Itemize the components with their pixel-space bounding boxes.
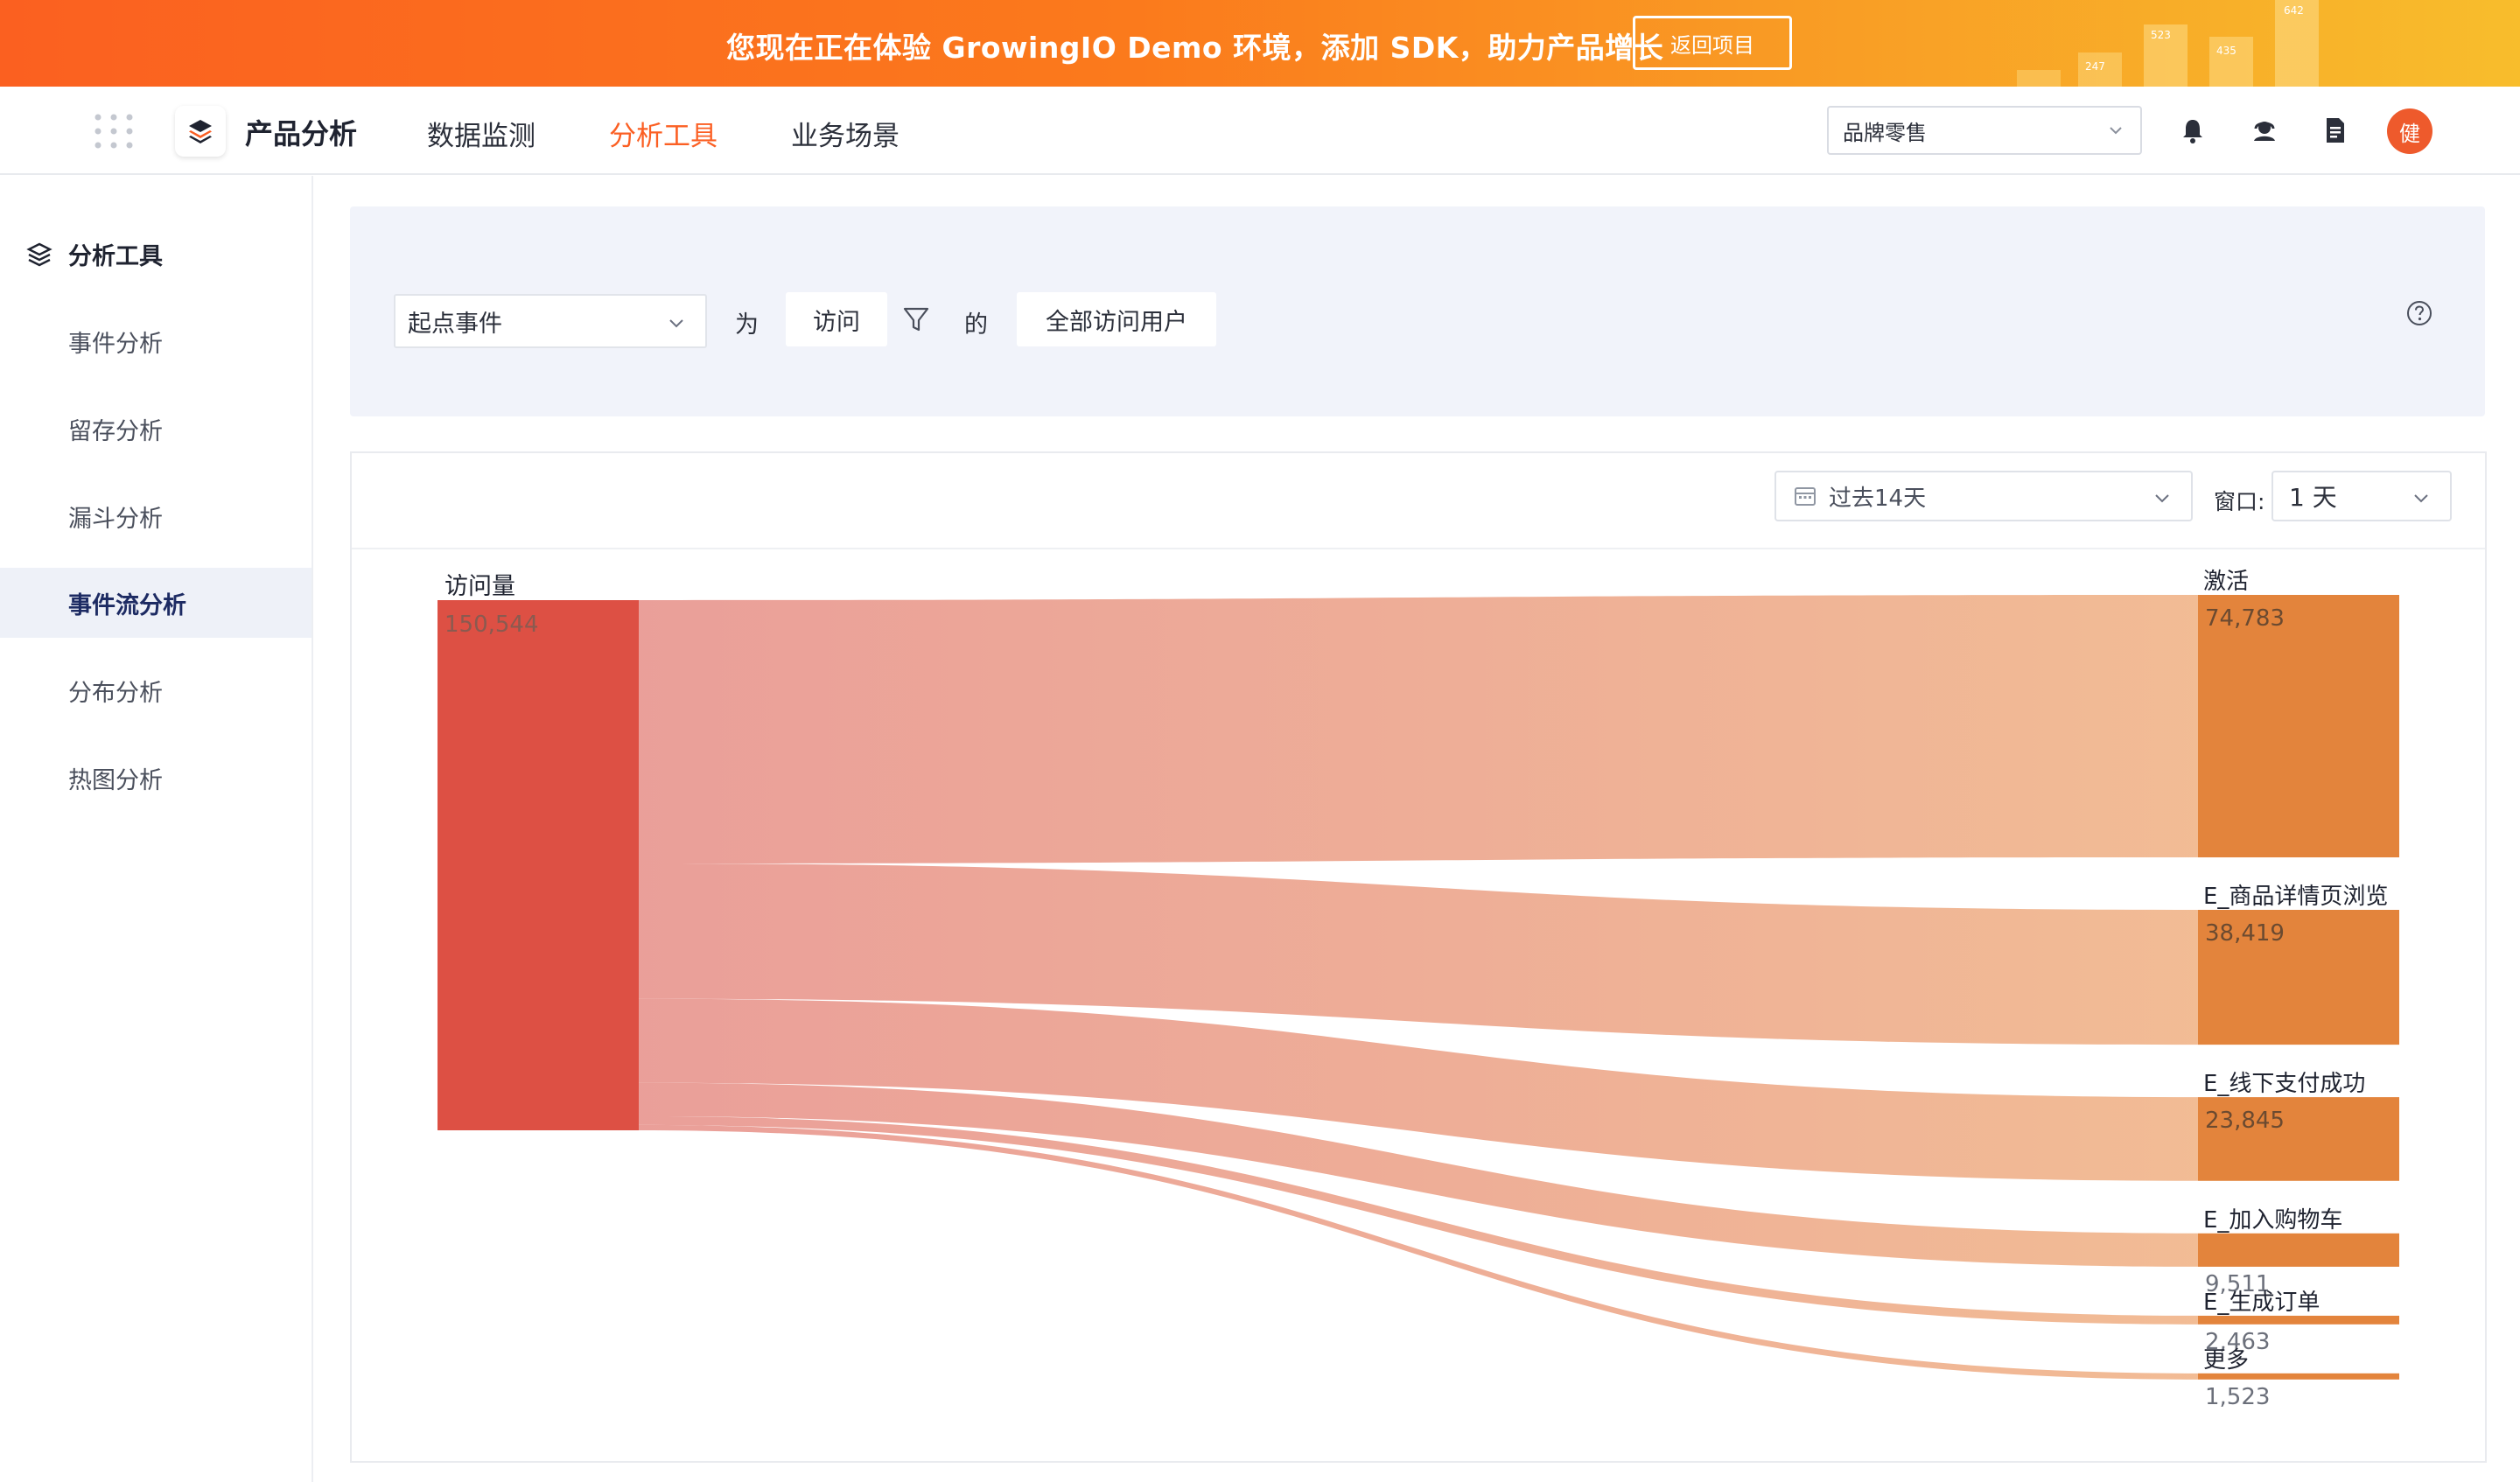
chevron-down-icon <box>669 319 683 328</box>
product-title: 产品分析 <box>245 117 358 150</box>
deco-number: 642 <box>2284 4 2304 17</box>
product-logo[interactable] <box>175 106 226 157</box>
sidebar-item-distribution-analysis[interactable]: 分布分析 <box>0 655 312 725</box>
sankey-target-value: 38,419 <box>2205 920 2285 947</box>
sidebar-item-event-flow-analysis[interactable]: 事件流分析 <box>0 568 312 638</box>
bell-icon[interactable] <box>2177 115 2208 146</box>
avatar[interactable]: 健 <box>2387 108 2432 154</box>
sidebar-item-retention-analysis[interactable]: 留存分析 <box>0 394 312 464</box>
project-select[interactable]: 品牌零售 <box>1827 106 2142 155</box>
document-icon[interactable] <box>2319 115 2350 146</box>
sankey-target-label: 更多 <box>2203 1347 2249 1374</box>
project-select-value: 品牌零售 <box>1843 120 1927 145</box>
bar-chart-decoration: 247 523 435 642 <box>2017 0 2319 87</box>
sankey-target-value: 74,783 <box>2205 605 2285 632</box>
sankey-target-label: E_线下支付成功 <box>2203 1071 2365 1097</box>
deco-number: 435 <box>2216 45 2236 57</box>
sidebar-item-heatmap-analysis[interactable]: 热图分析 <box>0 743 312 813</box>
sidebar-item-event-analysis[interactable]: 事件分析 <box>0 306 312 376</box>
sankey-target-value: 23,845 <box>2205 1108 2285 1134</box>
start-event-select-value: 起点事件 <box>408 310 502 338</box>
nav-business-scenarios[interactable]: 业务场景 <box>791 114 900 153</box>
sankey-target-node[interactable] <box>2198 595 2399 857</box>
banner-message: 您现在正在体验 GrowingIO Demo 环境，添加 SDK，助力产品增长 <box>726 31 1664 65</box>
sankey-source-node[interactable] <box>438 600 639 1130</box>
sidebar-heading-label: 分析工具 <box>68 243 163 270</box>
start-event-select[interactable]: 起点事件 <box>394 294 707 348</box>
promo-banner: 247 523 435 642 您现在正在体验 GrowingIO Demo 环… <box>0 0 2520 87</box>
query-word-of: 的 <box>964 311 988 339</box>
layers-icon <box>26 242 52 266</box>
sankey-target-label: E_商品详情页浏览 <box>2203 884 2388 910</box>
return-to-project-button[interactable]: 返回项目 <box>1633 16 1792 70</box>
chevron-down-icon <box>2110 127 2122 135</box>
sidebar-heading: 分析工具 <box>26 237 163 271</box>
help-icon[interactable] <box>2405 299 2433 327</box>
sidebar: 分析工具 事件分析 留存分析 漏斗分析 事件流分析 分布分析 热图分析 <box>0 176 313 1482</box>
sankey-target-label: E_加入购物车 <box>2203 1207 2342 1234</box>
layers-logo-icon <box>189 120 212 143</box>
query-panel: 起点事件 为 访问 的 全部访问用户 <box>350 206 2485 416</box>
deco-number: 523 <box>2151 29 2171 41</box>
deco-number: 247 <box>2085 60 2105 73</box>
target-users-chip[interactable]: 全部访问用户 <box>1017 292 1216 346</box>
sankey-source-value: 150,544 <box>444 612 539 638</box>
app-grid-icon[interactable] <box>94 114 133 149</box>
sankey-target-node[interactable] <box>2198 1315 2399 1325</box>
nav-analysis-tools[interactable]: 分析工具 <box>609 114 718 153</box>
top-nav: 产品分析 数据监测 分析工具 业务场景 品牌零售 健 <box>0 87 2520 175</box>
sankey-target-node[interactable] <box>2198 1233 2399 1267</box>
query-word-as: 为 <box>735 311 759 339</box>
sankey-target-label: 激活 <box>2203 569 2249 595</box>
sankey-target-node[interactable] <box>2198 1373 2399 1380</box>
filter-icon[interactable] <box>901 304 931 334</box>
sankey-target-label: E_生成订单 <box>2203 1290 2320 1316</box>
sidebar-item-funnel-analysis[interactable]: 漏斗分析 <box>0 481 312 551</box>
flow-links <box>639 595 2198 1380</box>
sankey-link[interactable] <box>639 595 2198 864</box>
support-icon[interactable] <box>2249 115 2280 146</box>
event-chip[interactable]: 访问 <box>786 292 887 346</box>
sankey-target-value: 1,523 <box>2205 1384 2270 1410</box>
nav-data-monitoring[interactable]: 数据监测 <box>427 114 536 153</box>
sankey-source-label: 访问量 <box>444 573 515 600</box>
event-flow-card: 过去14天 窗口: 1 天 访问量 150,544 激活 74,783 E_商品详情页浏… <box>350 451 2487 1463</box>
event-flow-sankey: 访问量 150,544 激活 74,783 E_商品详情页浏览 38,419 E_线下支付成… <box>438 569 2399 1410</box>
